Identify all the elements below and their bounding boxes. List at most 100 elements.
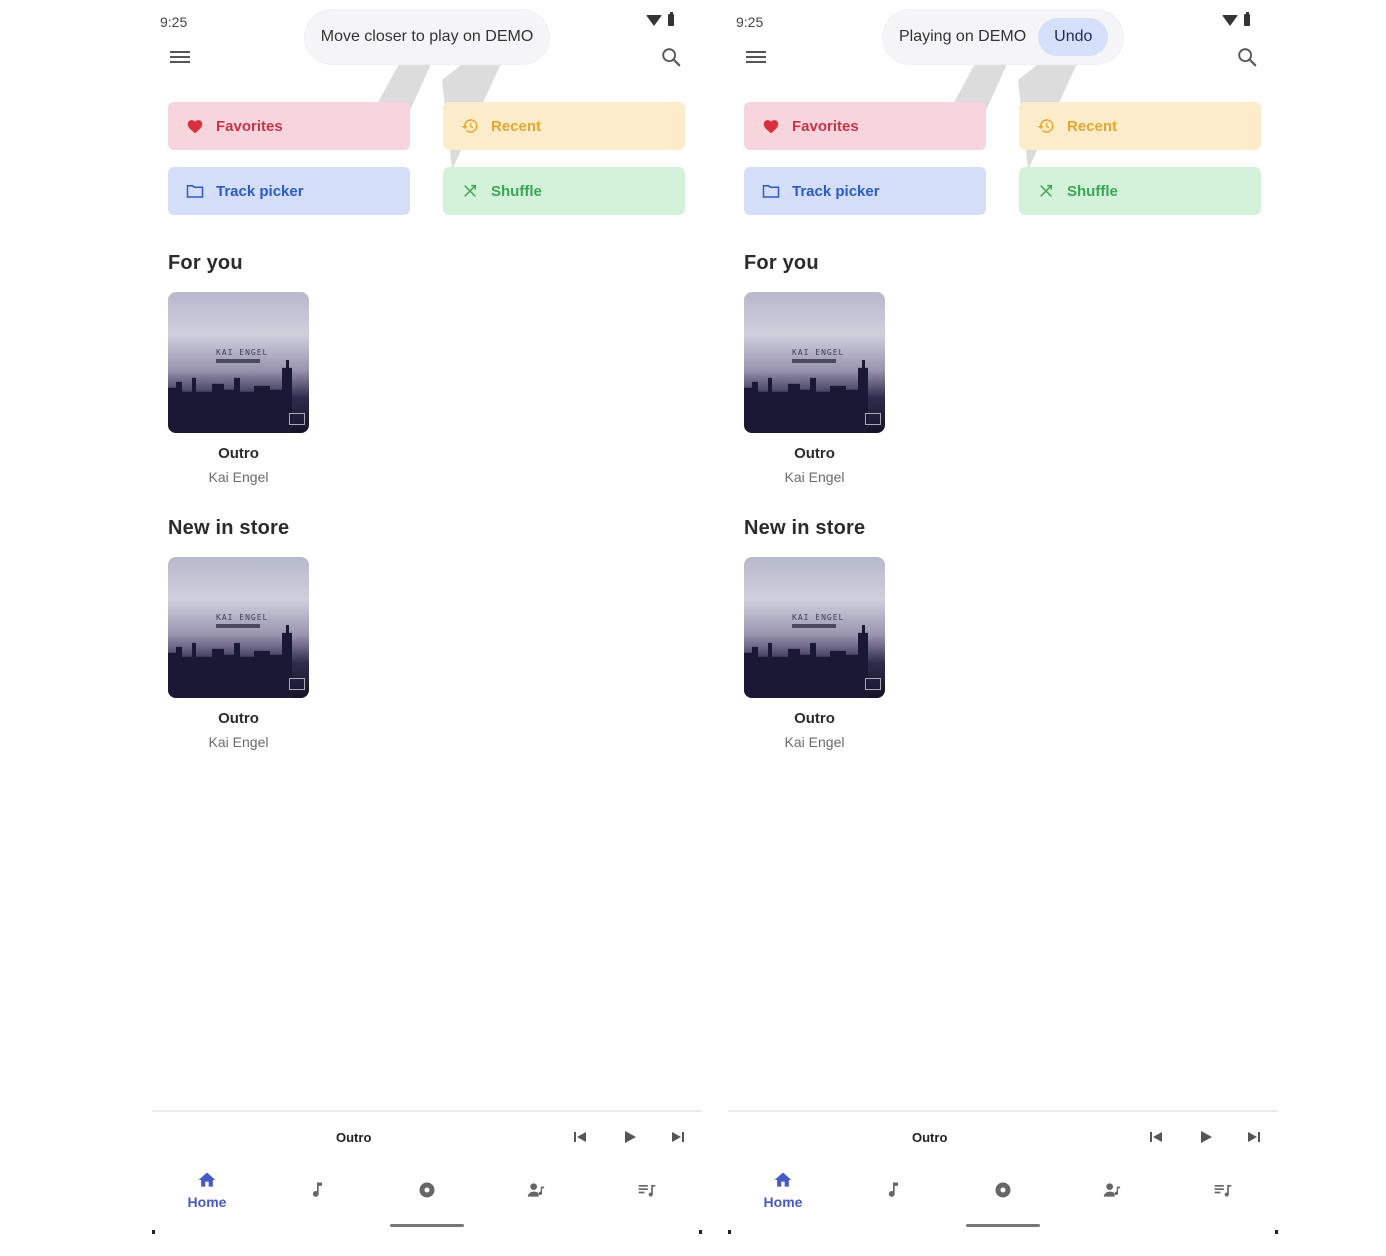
gesture-bar[interactable] bbox=[966, 1224, 1040, 1227]
album-title: Outro bbox=[218, 710, 259, 727]
now-playing-title: Outro bbox=[912, 1130, 948, 1145]
favorites-label: Favorites bbox=[792, 117, 859, 135]
folder-icon bbox=[186, 182, 204, 200]
history-icon bbox=[1037, 117, 1055, 135]
mini-player[interactable]: Outro bbox=[152, 1110, 702, 1162]
recent-label: Recent bbox=[491, 117, 542, 135]
nav-albums[interactable] bbox=[387, 1166, 467, 1216]
album-icon bbox=[419, 1182, 435, 1198]
heart-icon bbox=[186, 117, 204, 135]
nav-artists[interactable] bbox=[497, 1166, 577, 1216]
section-title-for-you: For you bbox=[744, 252, 819, 274]
favorites-label: Favorites bbox=[216, 117, 283, 135]
album-title: Outro bbox=[218, 445, 259, 462]
album-title: Outro bbox=[794, 445, 835, 462]
nav-home-label: Home bbox=[187, 1194, 227, 1210]
play-icon[interactable] bbox=[1198, 1129, 1214, 1145]
nav-home-label: Home bbox=[763, 1194, 803, 1210]
heart-icon bbox=[762, 117, 780, 135]
album-card[interactable]: KAI ENGEL Outro Kai Engel bbox=[744, 557, 885, 750]
track-picker-label: Track picker bbox=[792, 182, 880, 200]
section-title-new-in-store: New in store bbox=[168, 517, 290, 539]
nav-home[interactable]: Home bbox=[743, 1166, 823, 1216]
nav-songs[interactable] bbox=[277, 1166, 357, 1216]
now-playing-title: Outro bbox=[336, 1130, 372, 1145]
cast-toast: Move closer to play on DEMO bbox=[305, 10, 549, 64]
recent-shortcut[interactable]: Recent bbox=[443, 102, 685, 150]
artist-icon bbox=[1103, 1183, 1121, 1197]
status-time: 9:25 bbox=[160, 14, 188, 30]
skyline-art bbox=[744, 625, 868, 698]
status-icons bbox=[1222, 12, 1250, 26]
album-icon bbox=[995, 1182, 1011, 1198]
shuffle-label: Shuffle bbox=[491, 182, 542, 200]
shuffle-shortcut[interactable]: Shuffle bbox=[443, 167, 685, 215]
track-picker-label: Track picker bbox=[216, 182, 304, 200]
skip-next-icon[interactable] bbox=[1246, 1129, 1262, 1145]
toast-message: Move closer to play on DEMO bbox=[320, 28, 534, 45]
album-cover: KAI ENGEL bbox=[744, 292, 885, 433]
shuffle-shortcut[interactable]: Shuffle bbox=[1019, 167, 1261, 215]
menu-button[interactable] bbox=[170, 48, 190, 64]
album-artist: Kai Engel bbox=[208, 734, 269, 750]
album-card[interactable]: KAI ENGEL Outro Kai Engel bbox=[744, 292, 885, 485]
album-cover: KAI ENGEL bbox=[168, 292, 309, 433]
shuffle-icon bbox=[461, 182, 479, 200]
album-card[interactable]: KAI ENGEL Outro Kai Engel bbox=[168, 292, 309, 485]
wifi-icon bbox=[1222, 14, 1238, 26]
nav-playlists[interactable] bbox=[1183, 1166, 1263, 1216]
folder-icon bbox=[762, 182, 780, 200]
nav-artists[interactable] bbox=[1073, 1166, 1153, 1216]
undo-button[interactable]: Undo bbox=[1038, 18, 1109, 56]
home-icon bbox=[198, 1172, 216, 1187]
album-card[interactable]: KAI ENGEL Outro Kai Engel bbox=[168, 557, 309, 750]
home-icon bbox=[774, 1172, 792, 1187]
skip-previous-icon[interactable] bbox=[1148, 1129, 1164, 1145]
album-cover: KAI ENGEL bbox=[168, 557, 309, 698]
gesture-bar[interactable] bbox=[390, 1224, 464, 1227]
album-title: Outro bbox=[794, 710, 835, 727]
nav-songs[interactable] bbox=[853, 1166, 933, 1216]
skyline-art bbox=[744, 360, 868, 433]
track-picker-shortcut[interactable]: Track picker bbox=[168, 167, 410, 215]
cast-toast: Playing on DEMO Undo bbox=[883, 10, 1123, 64]
shuffle-icon bbox=[1037, 182, 1055, 200]
battery-icon bbox=[1244, 12, 1250, 26]
mini-player[interactable]: Outro bbox=[728, 1110, 1278, 1162]
history-icon bbox=[461, 117, 479, 135]
album-artist: Kai Engel bbox=[208, 469, 269, 485]
battery-icon bbox=[668, 12, 674, 26]
phone-screen-left: 9:25 Move closer to play on DEMO Favorit… bbox=[152, 0, 702, 1236]
skip-previous-icon[interactable] bbox=[572, 1129, 588, 1145]
play-icon[interactable] bbox=[622, 1129, 638, 1145]
section-title-new-in-store: New in store bbox=[744, 517, 866, 539]
album-artist: Kai Engel bbox=[784, 734, 845, 750]
recent-shortcut[interactable]: Recent bbox=[1019, 102, 1261, 150]
status-icons bbox=[646, 12, 674, 26]
toast-message: Playing on DEMO bbox=[899, 28, 1027, 45]
nav-playlists[interactable] bbox=[607, 1166, 687, 1216]
search-icon[interactable] bbox=[1236, 46, 1258, 68]
playlist-icon bbox=[638, 1185, 656, 1197]
shuffle-label: Shuffle bbox=[1067, 182, 1118, 200]
music-note-icon bbox=[888, 1182, 898, 1197]
favorites-shortcut[interactable]: Favorites bbox=[168, 102, 410, 150]
nav-albums[interactable] bbox=[963, 1166, 1043, 1216]
playlist-icon bbox=[1214, 1185, 1232, 1197]
menu-button[interactable] bbox=[746, 48, 766, 64]
section-title-for-you: For you bbox=[168, 252, 243, 274]
album-cover: KAI ENGEL bbox=[744, 557, 885, 698]
wifi-icon bbox=[646, 14, 662, 26]
bottom-navigation: Home bbox=[152, 1160, 702, 1220]
phone-screen-right: 9:25 Playing on DEMO Undo Favorites Rece… bbox=[728, 0, 1278, 1236]
track-picker-shortcut[interactable]: Track picker bbox=[744, 167, 986, 215]
album-artist: Kai Engel bbox=[784, 469, 845, 485]
skip-next-icon[interactable] bbox=[670, 1129, 686, 1145]
nav-home[interactable]: Home bbox=[167, 1166, 247, 1216]
favorites-shortcut[interactable]: Favorites bbox=[744, 102, 986, 150]
search-icon[interactable] bbox=[660, 46, 682, 68]
skyline-art bbox=[168, 625, 292, 698]
bottom-navigation: Home bbox=[728, 1160, 1278, 1220]
artist-icon bbox=[527, 1183, 545, 1197]
music-note-icon bbox=[312, 1182, 322, 1197]
